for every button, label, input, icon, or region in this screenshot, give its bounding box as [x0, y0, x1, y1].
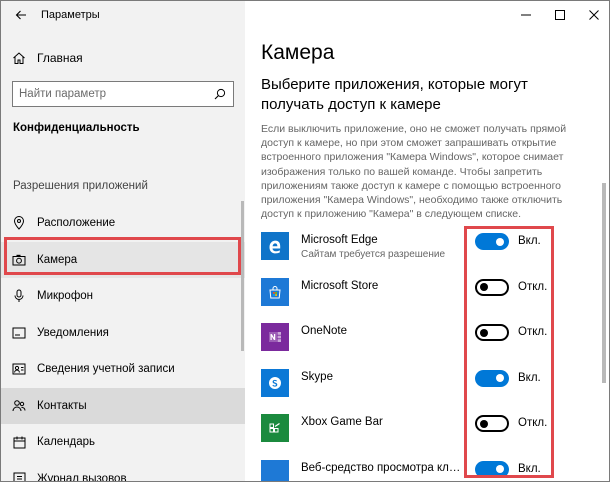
section-app-permissions-label: Разрешения приложений: [13, 180, 148, 192]
app-name: Microsoft Edge: [301, 234, 378, 246]
call-history-icon: [1, 472, 37, 481]
sidebar-item-calendar[interactable]: Календарь: [1, 424, 245, 461]
toggle-xbox-game-bar[interactable]: [475, 415, 509, 432]
toggle-onenote[interactable]: [475, 324, 509, 341]
sidebar-item-label: Микрофон: [37, 290, 94, 303]
home-icon: [1, 51, 37, 65]
settings-window: Параметры Главная Конфиденциальность Раз…: [0, 0, 610, 482]
maximize-button[interactable]: [543, 1, 577, 29]
app-name: Skype: [301, 370, 333, 383]
skype-icon: [261, 368, 289, 397]
app-name: Xbox Game Bar: [301, 416, 383, 428]
page-title: Камера: [261, 41, 335, 64]
location-icon: [1, 216, 37, 230]
sidebar-scrollbar[interactable]: [241, 201, 244, 351]
close-button[interactable]: [577, 1, 609, 29]
toggle-microsoft-edge[interactable]: [475, 233, 509, 250]
toggle-state-label: Откл.: [518, 280, 548, 293]
sidebar-item-label: Календарь: [37, 436, 96, 449]
account-info-icon: [1, 363, 37, 375]
close-icon: [589, 10, 599, 20]
sidebar: Параметры Главная Конфиденциальность Раз…: [1, 1, 245, 482]
search-icon[interactable]: [207, 88, 233, 100]
toggle-state-label: Вкл.: [518, 371, 541, 384]
toggle-knob: [496, 237, 504, 246]
sidebar-item-label: Уведомления: [37, 326, 109, 339]
toggle-knob: [480, 283, 488, 291]
sidebar-item-label: Журнал вызовов: [37, 472, 127, 482]
sidebar-item-microphone[interactable]: Микрофон: [1, 278, 245, 315]
app-row-skype: Skype Вкл.: [261, 367, 606, 413]
sidebar-item-notifications[interactable]: Уведомления: [1, 315, 245, 352]
calendar-icon: [1, 436, 37, 449]
toggle-web-viewer[interactable]: [475, 460, 509, 478]
app-name: OneNote: [301, 325, 348, 337]
nav-list: Расположение Камера Микрофон Уведомления: [1, 205, 245, 482]
window-controls: [509, 1, 609, 29]
web-viewer-icon: [261, 459, 289, 481]
main-scrollbar[interactable]: [602, 183, 606, 383]
toggle-microsoft-store[interactable]: [475, 278, 509, 296]
search-box: [12, 81, 234, 107]
sidebar-item-label: Камера: [37, 253, 78, 266]
sidebar-item-label: Сведения учетной записи: [37, 363, 175, 376]
app-row-onenote: OneNote Откл.: [261, 321, 606, 367]
sidebar-item-location[interactable]: Расположение: [1, 205, 245, 242]
toggle-skype[interactable]: [475, 369, 509, 387]
app-subtitle: Сайтам требуется разрешение: [301, 249, 446, 260]
maximize-icon: [555, 10, 565, 20]
notifications-icon: [1, 327, 37, 339]
app-row-web-viewer: Веб-средство просмотра классических прил…: [261, 458, 606, 481]
back-arrow-icon: [15, 10, 26, 20]
contacts-icon: [1, 399, 37, 412]
edge-icon: [261, 232, 289, 260]
main-panel: Камера Выберите приложения, которые могу…: [245, 1, 609, 481]
minimize-icon: [521, 14, 531, 16]
toggle-state-label: Откл.: [518, 417, 548, 429]
title-bar: Параметры: [1, 1, 245, 29]
store-icon: [261, 277, 289, 306]
nav-home[interactable]: Главная: [1, 45, 245, 71]
back-button[interactable]: [1, 1, 41, 29]
app-name: Веб-средство просмотра классических прил…: [301, 461, 466, 474]
toggle-state-label: Вкл.: [518, 462, 541, 475]
camera-icon: [1, 254, 37, 266]
toggle-knob: [480, 419, 488, 428]
xbox-game-bar-icon: [261, 414, 289, 442]
permission-description: Если выключить приложение, оно не сможет…: [261, 123, 567, 221]
nav-home-label: Главная: [37, 51, 83, 65]
toggle-knob: [496, 465, 504, 473]
microphone-icon: [1, 289, 37, 303]
page-subtitle: Выберите приложения, которые могут получ…: [261, 76, 528, 113]
sidebar-item-contacts[interactable]: Контакты: [1, 387, 245, 424]
app-row-microsoft-edge: Microsoft Edge Сайтам требуется разрешен…: [261, 230, 606, 276]
search-input[interactable]: [13, 88, 207, 100]
toggle-state-label: Вкл.: [518, 235, 541, 247]
app-row-xbox-game-bar: Xbox Game Bar Откл.: [261, 412, 606, 458]
app-name: Microsoft Store: [301, 279, 379, 292]
toggle-knob: [496, 374, 504, 382]
sidebar-item-camera[interactable]: Камера: [1, 241, 245, 278]
section-privacy-title: Конфиденциальность: [13, 122, 140, 134]
toggle-knob: [480, 328, 488, 337]
onenote-icon: [261, 323, 289, 351]
sidebar-item-account-info[interactable]: Сведения учетной записи: [1, 351, 245, 388]
app-row-microsoft-store: Microsoft Store Откл.: [261, 276, 606, 322]
toggle-state-label: Откл.: [518, 326, 548, 338]
sidebar-item-label: Расположение: [37, 217, 116, 230]
minimize-button[interactable]: [509, 1, 543, 29]
sidebar-item-label: Контакты: [37, 399, 87, 412]
window-title: Параметры: [41, 9, 100, 21]
sidebar-item-call-history[interactable]: Журнал вызовов: [1, 461, 245, 482]
app-permission-list: Microsoft Edge Сайтам требуется разрешен…: [261, 230, 606, 481]
